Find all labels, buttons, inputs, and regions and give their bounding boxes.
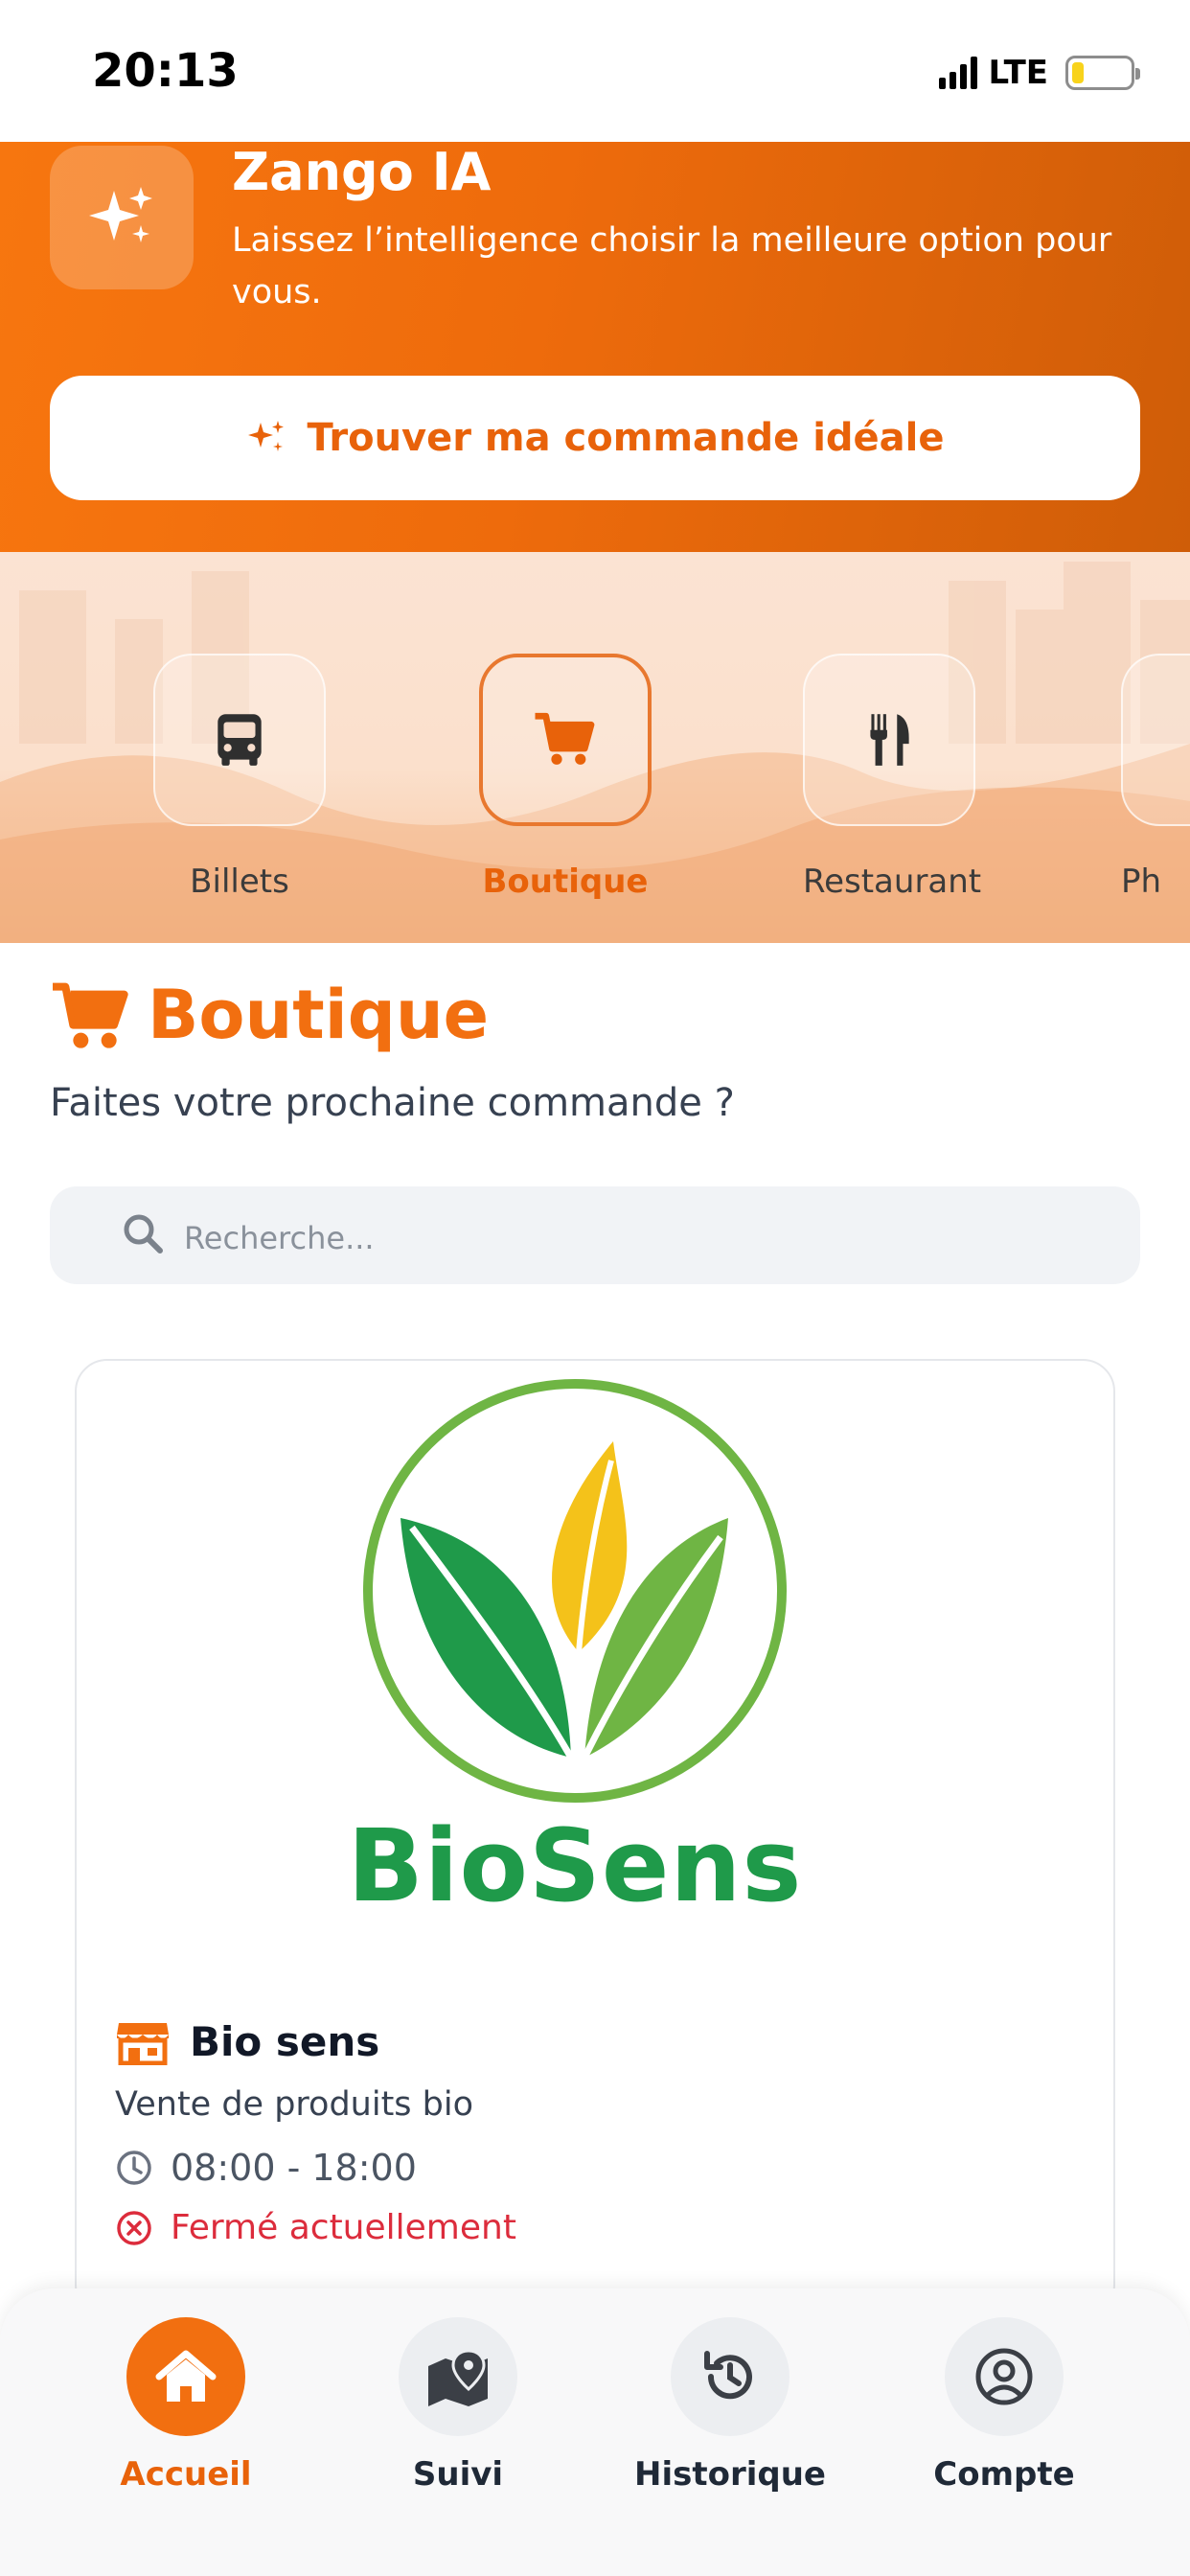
leaf-logo-icon xyxy=(363,1379,787,1803)
status-indicators: LTE xyxy=(938,54,1140,92)
bus-icon xyxy=(217,714,262,766)
category-boutique[interactable]: Boutique xyxy=(479,654,652,901)
search-input[interactable] xyxy=(184,1209,1046,1267)
map-pin-icon xyxy=(428,2349,488,2406)
sparkles-icon xyxy=(50,146,194,289)
user-icon xyxy=(975,2348,1033,2405)
cart-icon xyxy=(53,982,128,1048)
signal-icon xyxy=(938,57,977,89)
shop-hours: 08:00 - 18:00 xyxy=(171,2147,417,2189)
shop-status-row: Fermé actuellement xyxy=(115,2208,516,2247)
category-strip[interactable]: Billets Boutique Restaurant Ph xyxy=(0,552,1190,943)
nav-compte[interactable]: Compte xyxy=(899,2317,1110,2494)
nav-label: Historique xyxy=(634,2455,826,2494)
status-bar: 20:13 LTE xyxy=(0,0,1190,142)
category-tile xyxy=(803,654,975,826)
nav-icon-wrap xyxy=(945,2317,1064,2436)
search-bar[interactable] xyxy=(50,1186,1140,1284)
section-subtitle: Faites votre prochaine commande ? xyxy=(50,1081,735,1125)
shop-hours-row: 08:00 - 18:00 xyxy=(115,2147,417,2189)
nav-icon-wrap xyxy=(671,2317,790,2436)
page-title: Boutique xyxy=(50,976,489,1054)
sparkles-icon xyxy=(248,421,285,451)
shop-logo: BioSens xyxy=(345,1374,805,1959)
clock-icon xyxy=(117,2150,151,2185)
nav-label: Compte xyxy=(933,2455,1075,2494)
battery-icon xyxy=(1065,56,1140,90)
shop-logo-text: BioSens xyxy=(347,1807,803,1924)
status-time: 20:13 xyxy=(92,44,239,98)
utensils-icon xyxy=(870,714,909,766)
ai-title: Zango IA xyxy=(232,142,492,202)
shop-name-row: Bio sens xyxy=(115,2018,379,2065)
nav-accueil[interactable]: Accueil xyxy=(80,2317,291,2494)
find-ideal-order-label: Trouver ma commande idéale xyxy=(307,416,945,460)
category-label: Billets xyxy=(190,862,289,901)
category-tile-active xyxy=(479,654,652,826)
shop-description: Vente de produits bio xyxy=(115,2085,474,2124)
category-billets[interactable]: Billets xyxy=(153,654,326,901)
bottom-nav: Accueil Suivi Historique Compte xyxy=(0,2288,1190,2576)
nav-suivi[interactable]: Suivi xyxy=(353,2317,563,2494)
category-ph[interactable]: Ph xyxy=(1121,654,1190,901)
closed-x-icon xyxy=(117,2210,151,2245)
nav-icon-wrap xyxy=(126,2317,245,2436)
category-restaurant[interactable]: Restaurant xyxy=(803,654,982,901)
nav-label: Suivi xyxy=(412,2455,504,2494)
nav-icon-wrap xyxy=(399,2317,517,2436)
store-icon xyxy=(117,2022,169,2065)
category-label: Ph xyxy=(1121,862,1162,901)
nav-label: Accueil xyxy=(120,2455,252,2494)
category-label: Restaurant xyxy=(803,862,982,901)
shop-card[interactable]: BioSens Bio sens Vente de produits bio 0… xyxy=(75,1359,1115,2317)
category-label: Boutique xyxy=(482,862,649,901)
nav-historique[interactable]: Historique xyxy=(625,2317,835,2494)
home-icon xyxy=(155,2350,217,2402)
category-tile xyxy=(1121,654,1190,826)
shop-status: Fermé actuellement xyxy=(171,2208,516,2247)
category-tile xyxy=(153,654,326,826)
section-title: Boutique xyxy=(148,976,490,1054)
history-icon xyxy=(704,2351,752,2400)
shop-name: Bio sens xyxy=(190,2018,380,2065)
ai-subtitle: Laissez l’intelligence choisir la meille… xyxy=(232,221,1112,311)
network-type: LTE xyxy=(988,54,1048,92)
find-ideal-order-button[interactable]: Trouver ma commande idéale xyxy=(50,376,1140,500)
cart-icon xyxy=(535,712,595,765)
ai-banner: Zango IA Laissez l’intelligence choisir … xyxy=(0,142,1190,552)
search-icon xyxy=(124,1214,163,1254)
